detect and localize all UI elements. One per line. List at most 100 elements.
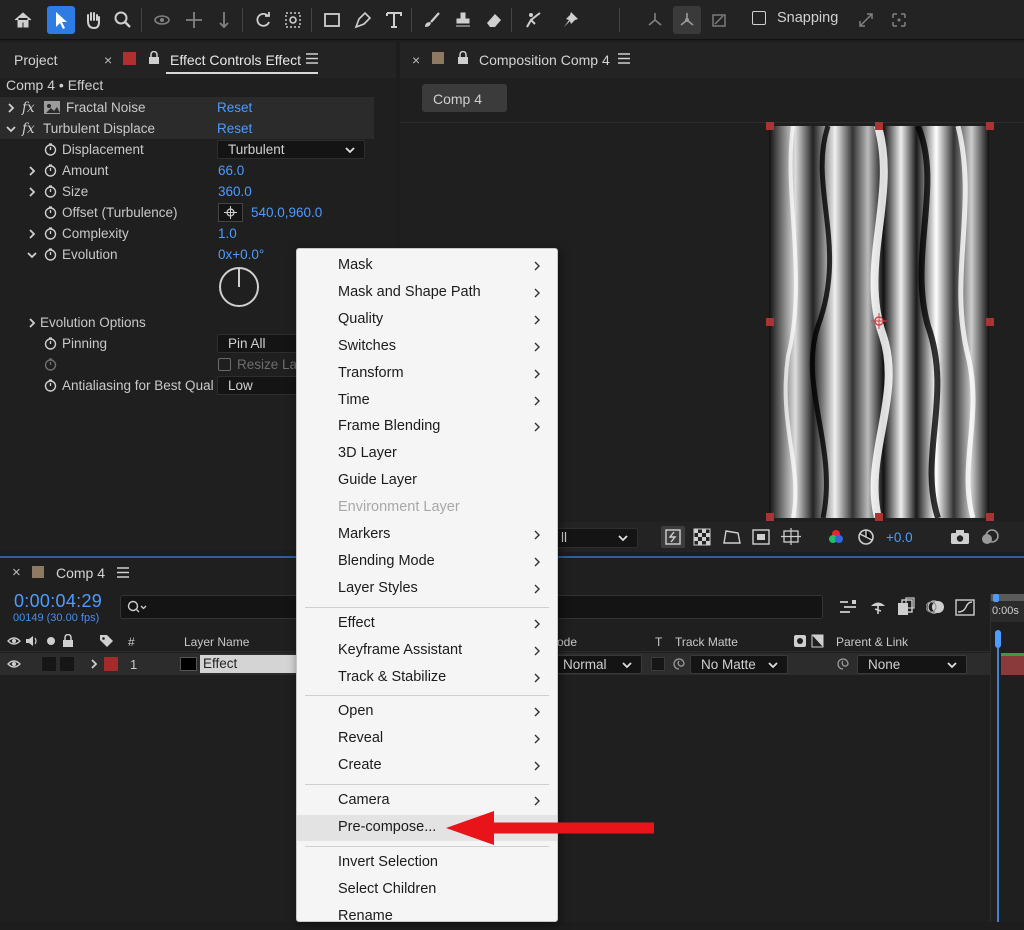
tab-timeline-comp[interactable]: Comp 4	[56, 565, 105, 581]
col-layer-name[interactable]: Layer Name	[184, 635, 249, 649]
blend-mode-dropdown[interactable]: Normal	[552, 655, 642, 674]
stopwatch-icon[interactable]	[44, 337, 57, 350]
region-of-interest-icon[interactable]	[752, 528, 770, 546]
brush-icon[interactable]	[418, 6, 446, 34]
pan-behind-icon[interactable]	[279, 6, 307, 34]
menu-item-rename[interactable]: Rename	[297, 904, 557, 930]
preserve-transparency-switch[interactable]	[651, 657, 665, 671]
orbit-camera-icon[interactable]	[148, 6, 176, 34]
tab-project[interactable]: Project	[14, 52, 58, 68]
local-axis-icon[interactable]	[641, 6, 669, 34]
stopwatch-icon[interactable]	[44, 185, 57, 198]
roto-brush-icon[interactable]	[519, 6, 547, 34]
transform-handle[interactable]	[875, 513, 883, 521]
anchor-point-icon[interactable]	[870, 312, 888, 330]
menu-item-keyframe-assistant[interactable]: Keyframe Assistant	[297, 638, 557, 664]
transparency-grid-icon[interactable]	[693, 528, 711, 546]
graph-editor-icon[interactable]	[954, 597, 976, 617]
fast-previews-icon[interactable]	[661, 526, 685, 548]
chevron-down-icon[interactable]	[26, 249, 38, 261]
chevron-right-icon[interactable]	[88, 658, 100, 670]
show-snapshot-icon[interactable]	[980, 528, 1000, 546]
pinning-dropdown[interactable]: Pin All	[217, 334, 307, 353]
puppet-pin-icon[interactable]	[556, 6, 584, 34]
menu-item-select-children[interactable]: Select Children	[297, 877, 557, 903]
solo-switch[interactable]	[42, 657, 56, 671]
panel-menu-icon[interactable]	[618, 53, 630, 64]
matte-invert-icon[interactable]	[811, 634, 824, 648]
reset-link[interactable]: Reset	[217, 100, 252, 115]
panel-menu-icon[interactable]	[306, 53, 318, 64]
menu-item-blending-mode[interactable]: Blending Mode	[297, 549, 557, 575]
snapping-checkbox[interactable]	[752, 11, 766, 25]
zoom-icon[interactable]	[109, 6, 137, 34]
stopwatch-icon[interactable]	[44, 379, 57, 392]
label-tag-icon[interactable]	[99, 634, 114, 648]
tab-composition[interactable]: Composition Comp 4	[479, 52, 610, 68]
menu-item-layer-styles[interactable]: Layer Styles	[297, 576, 557, 602]
composition-mini-flowchart-icon[interactable]	[838, 598, 858, 616]
resize-checkbox[interactable]	[218, 358, 231, 371]
menu-item-transform[interactable]: Transform	[297, 361, 557, 387]
close-icon[interactable]: ×	[12, 564, 21, 581]
exposure-value[interactable]: +0.0	[886, 530, 913, 545]
lock-icon[interactable]	[148, 51, 160, 65]
chevron-right-icon[interactable]	[5, 102, 17, 114]
exposure-reset-icon[interactable]	[857, 528, 875, 546]
fx-icon[interactable]: fx	[22, 121, 35, 137]
dolly-camera-icon[interactable]	[210, 6, 238, 34]
lock-icon[interactable]	[457, 51, 469, 65]
stopwatch-icon[interactable]	[44, 206, 57, 219]
resolution-dropdown[interactable]: ll	[550, 528, 638, 548]
shy-layers-icon[interactable]	[868, 597, 888, 617]
menu-item-reveal[interactable]: Reveal	[297, 726, 557, 752]
complexity-value[interactable]: 1.0	[218, 226, 237, 241]
frame-blending-icon[interactable]	[896, 597, 916, 617]
transform-handle[interactable]	[986, 513, 994, 521]
transform-handle[interactable]	[875, 122, 883, 130]
transform-handle[interactable]	[766, 122, 774, 130]
evolution-dial[interactable]	[216, 264, 262, 310]
transform-handle[interactable]	[766, 318, 774, 326]
selection-arrow-icon[interactable]	[47, 6, 75, 34]
menu-item-track-stabilize[interactable]: Track & Stabilize	[297, 665, 557, 691]
snap-features-icon[interactable]	[885, 6, 913, 34]
antialiasing-dropdown[interactable]: Low	[217, 376, 307, 395]
comp-flowchart-button[interactable]: Comp 4	[422, 84, 507, 112]
eye-icon[interactable]	[7, 659, 21, 669]
lock-icon[interactable]	[62, 634, 74, 648]
layer-name-field[interactable]: Effect	[200, 655, 300, 673]
track-matte-dropdown[interactable]: No Matte	[690, 655, 788, 674]
pan-camera-icon[interactable]	[180, 6, 208, 34]
parent-pickwhip-icon[interactable]	[836, 657, 850, 671]
effect-row-fractal-noise[interactable]: fx Fractal Noise Reset	[0, 97, 374, 118]
tab-effect-controls[interactable]: Effect Controls Effect	[170, 52, 301, 68]
eye-icon[interactable]	[7, 636, 21, 646]
close-icon[interactable]: ×	[104, 52, 112, 68]
audio-icon[interactable]	[25, 635, 39, 647]
transform-handle[interactable]	[986, 122, 994, 130]
mask-visibility-icon[interactable]	[722, 528, 742, 546]
fx-icon[interactable]: fx	[22, 100, 35, 116]
transform-handle[interactable]	[986, 318, 994, 326]
size-value[interactable]: 360.0	[218, 184, 252, 199]
menu-item-3d-layer[interactable]: 3D Layer	[297, 441, 557, 467]
offset-value[interactable]: 540.0,960.0	[251, 205, 322, 220]
menu-item-time[interactable]: Time	[297, 388, 557, 414]
rotate-icon[interactable]	[249, 6, 277, 34]
work-area-start-handle[interactable]	[993, 594, 999, 602]
panel-menu-icon[interactable]	[117, 567, 129, 578]
menu-item-markers[interactable]: Markers	[297, 522, 557, 548]
menu-item-quality[interactable]: Quality	[297, 307, 557, 333]
menu-item-create[interactable]: Create	[297, 753, 557, 779]
snapshot-camera-icon[interactable]	[950, 529, 970, 545]
menu-item-open[interactable]: Open	[297, 699, 557, 725]
current-timecode[interactable]: 0:00:04:29	[14, 591, 102, 612]
menu-item-mask-and-shape-path[interactable]: Mask and Shape Path	[297, 280, 557, 306]
channel-rgb-icon[interactable]	[827, 528, 845, 546]
motion-blur-icon[interactable]	[926, 597, 946, 617]
menu-item-frame-blending[interactable]: Frame Blending	[297, 414, 557, 440]
reset-link[interactable]: Reset	[217, 121, 252, 136]
stopwatch-icon[interactable]	[44, 227, 57, 240]
effect-row-turbulent-displace[interactable]: fx Turbulent Displace Reset	[0, 118, 374, 139]
